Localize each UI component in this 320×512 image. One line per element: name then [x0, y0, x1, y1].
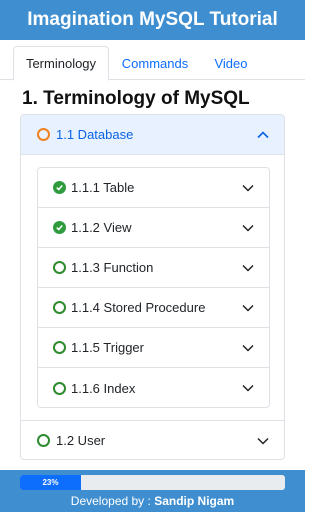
- list-item-table[interactable]: 1.1.1 Table: [38, 168, 269, 208]
- tab-commands[interactable]: Commands: [113, 46, 197, 80]
- item-label: 1.1.6 Index: [71, 380, 136, 396]
- chevron-down-icon: [242, 304, 254, 312]
- page-title: 1. Terminology of MySQL: [22, 88, 250, 109]
- list-item-stored-procedure[interactable]: 1.1.4 Stored Procedure: [38, 288, 269, 328]
- developer-name: Sandip Nigam: [154, 494, 235, 508]
- green-circle-icon: [53, 301, 66, 314]
- developer-prefix: Developed by :: [70, 494, 155, 508]
- orange-circle-icon: [37, 128, 50, 141]
- chevron-down-icon: [242, 384, 254, 392]
- accordion: 1.1 Database 1.1.1 Table 1.1.2 View 1.1.…: [20, 114, 285, 460]
- list-item-index[interactable]: 1.1.6 Index: [38, 368, 269, 408]
- chevron-up-icon: [257, 131, 269, 139]
- section-label: 1.2 User: [56, 433, 106, 448]
- app-title: Imagination MySQL Tutorial: [27, 9, 278, 30]
- section-label: 1.1 Database: [56, 127, 134, 142]
- database-subsection-list: 1.1.1 Table 1.1.2 View 1.1.3 Function 1.…: [37, 167, 270, 408]
- item-label: 1.1.4 Stored Procedure: [71, 300, 206, 315]
- chevron-down-icon: [242, 264, 254, 272]
- list-item-function[interactable]: 1.1.3 Function: [38, 248, 269, 288]
- green-circle-icon: [53, 381, 66, 395]
- green-circle-icon: [53, 341, 66, 354]
- item-label: 1.1.5 Trigger: [71, 340, 144, 355]
- item-label: 1.1.1 Table: [71, 180, 135, 195]
- list-item-trigger[interactable]: 1.1.5 Trigger: [38, 328, 269, 368]
- tab-bar: Terminology Commands Video: [0, 44, 305, 81]
- progress-label: 23%: [42, 478, 59, 487]
- check-circle-icon: [53, 221, 66, 234]
- tab-terminology[interactable]: Terminology: [13, 46, 109, 81]
- progress-fill: 23%: [20, 475, 81, 490]
- chevron-down-icon: [242, 184, 254, 192]
- item-label: 1.1.3 Function: [71, 260, 154, 275]
- section-header-user[interactable]: 1.2 User: [21, 420, 284, 460]
- tab-video[interactable]: Video: [205, 46, 257, 80]
- list-item-view[interactable]: 1.1.2 View: [38, 208, 269, 248]
- item-label: 1.1.2 View: [71, 220, 132, 235]
- chevron-down-icon: [242, 224, 254, 232]
- developer-credit: Developed by : Sandip Nigam: [0, 494, 305, 508]
- green-circle-icon: [37, 434, 50, 447]
- app-bar: Imagination MySQL Tutorial: [0, 0, 305, 40]
- section-header-database[interactable]: 1.1 Database: [21, 115, 284, 155]
- check-circle-icon: [53, 181, 66, 194]
- progress-bar: 23%: [20, 475, 285, 490]
- footer: 23% Developed by : Sandip Nigam: [0, 470, 305, 512]
- chevron-down-icon: [242, 344, 254, 352]
- chevron-down-icon: [257, 437, 269, 445]
- green-circle-icon: [53, 261, 66, 274]
